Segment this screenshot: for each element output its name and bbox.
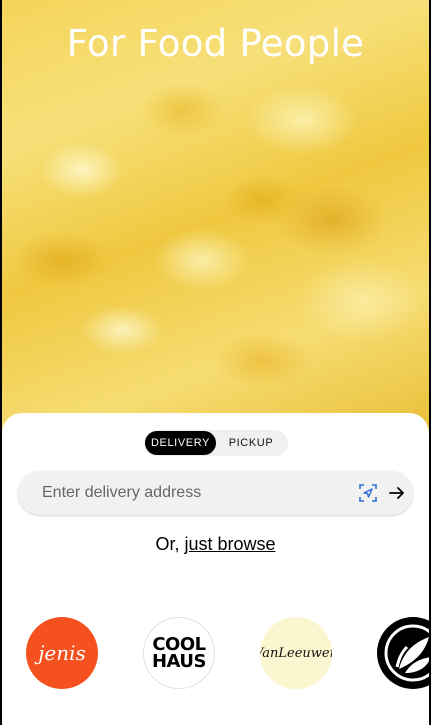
browse-prefix: Or, [155,534,180,554]
delivery-tab[interactable]: DELIVERY [145,431,216,455]
address-bar [18,471,413,515]
coolhaus-line2: HAUS [151,651,207,672]
brand-logo-coolhaus[interactable]: COOL HAUS [143,617,215,689]
fulfillment-toggle: DELIVERY PICKUP [144,430,288,456]
brand-logo-jenis[interactable]: jenis [26,617,98,689]
leaf-logo-icon [384,624,429,682]
brand-carousel: jenis COOL HAUS VanLeeuwen [2,617,429,689]
coolhaus-logo-text: COOL HAUS [151,636,207,672]
hero-title: For Food People [66,22,365,65]
just-browse-link[interactable]: just browse [184,534,275,554]
hero-food-image: For Food People [2,0,429,440]
brand-logo-leaf[interactable] [377,617,429,689]
jenis-logo-text: jenis [38,641,86,665]
location-target-icon[interactable] [358,483,378,503]
vanleeuwen-logo-text: VanLeeuwen [260,645,332,661]
pickup-tab[interactable]: PICKUP [216,431,286,455]
arrow-right-icon[interactable] [388,483,406,503]
bottom-sheet: DELIVERY PICKUP Or, just browse jenis C [2,413,429,725]
address-input[interactable] [42,484,342,502]
browse-line: Or, just browse [2,534,429,555]
brand-logo-vanleeuwen[interactable]: VanLeeuwen [260,617,332,689]
app-frame: For Food People DELIVERY PICKUP Or, just… [2,0,429,725]
